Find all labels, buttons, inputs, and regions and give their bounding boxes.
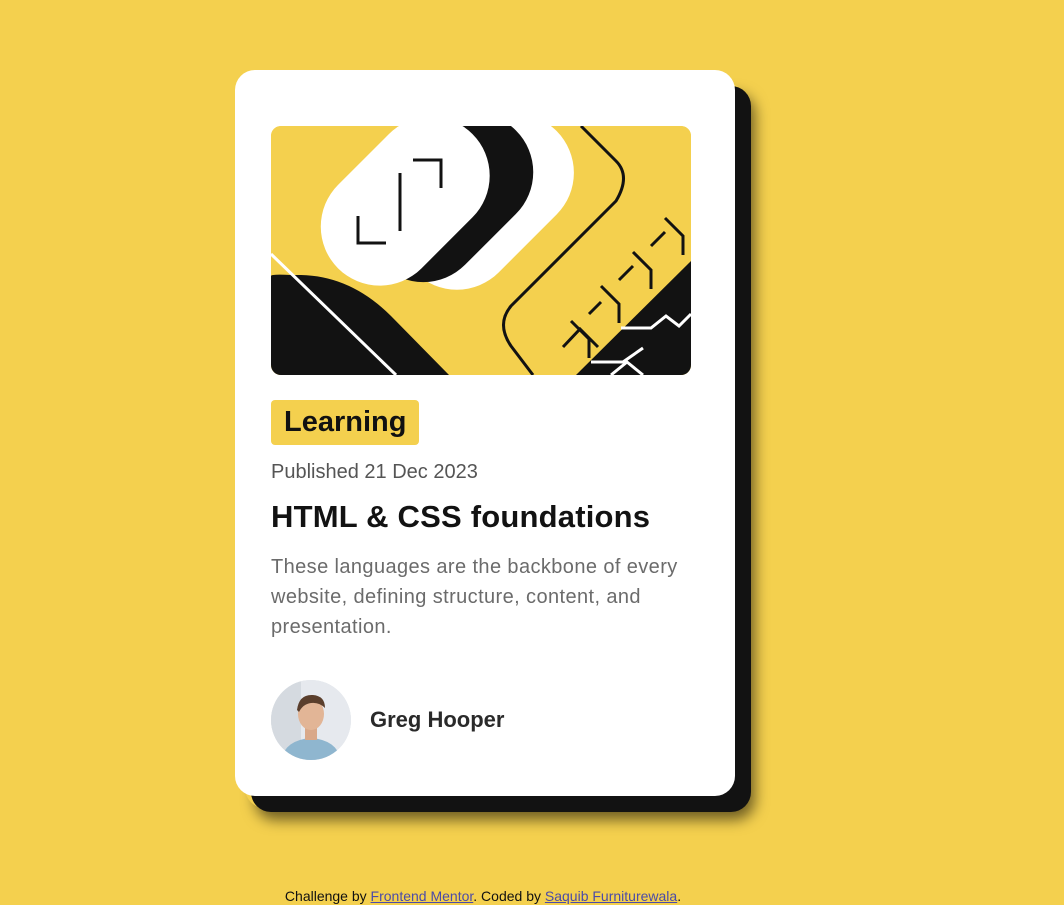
blog-preview-card: Learning Published 21 Dec 2023 HTML & CS… [235, 70, 735, 796]
author: Greg Hooper [271, 680, 504, 760]
avatar [271, 680, 351, 760]
author-link[interactable]: Saquib Furniturewala [545, 888, 677, 904]
attribution-prefix: Challenge by [284, 888, 371, 904]
attribution: Challenge by Frontend Mentor. Coded by S… [0, 887, 966, 905]
hero-illustration [271, 126, 691, 375]
avatar-photo-icon [271, 680, 351, 760]
category-tag: Learning [271, 400, 420, 445]
frontend-mentor-link[interactable]: Frontend Mentor [371, 888, 474, 904]
abstract-illustration-icon [271, 126, 691, 375]
attribution-suffix: . [677, 888, 682, 904]
card-title[interactable]: HTML & CSS foundations [271, 498, 699, 536]
published-date: Published 21 Dec 2023 [271, 461, 478, 483]
card-description: These languages are the backbone of ever… [271, 556, 678, 638]
attribution-middle: . Coded by [473, 888, 545, 904]
author-name: Greg Hooper [370, 707, 505, 732]
